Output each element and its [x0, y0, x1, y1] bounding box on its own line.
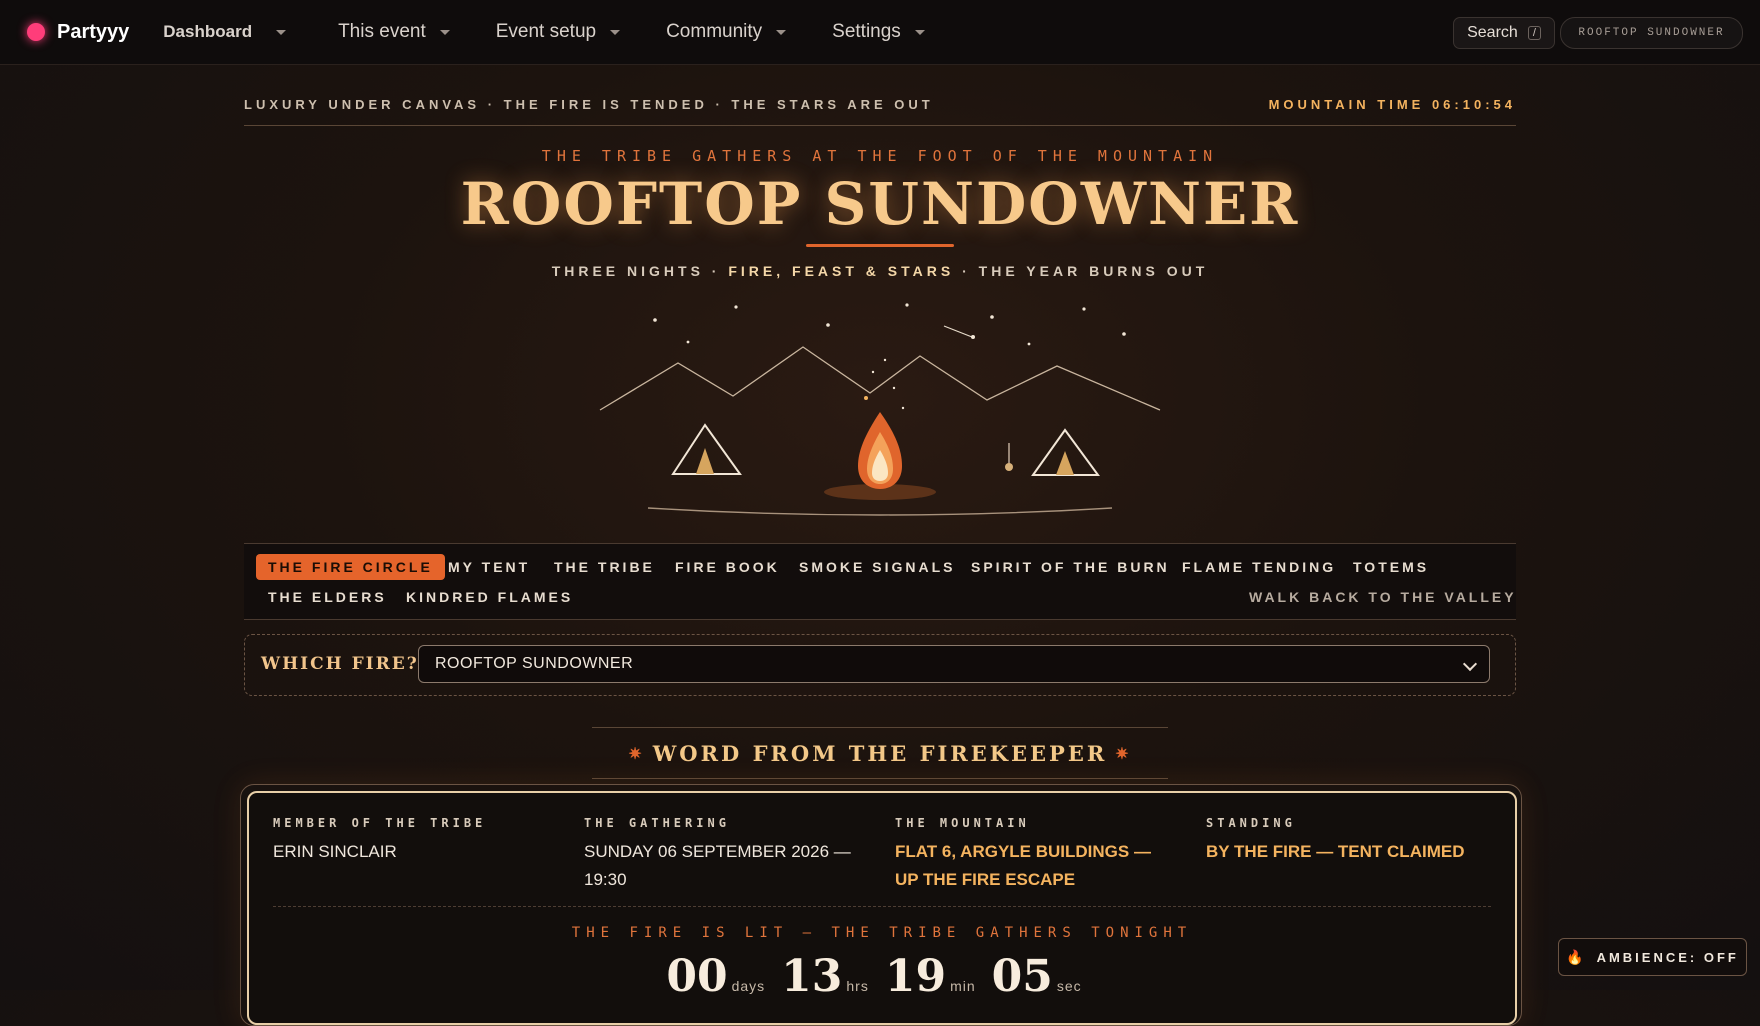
chevron-down-icon [914, 29, 925, 35]
standing-info: STANDING BY THE FIRE — TENT CLAIMED [1206, 816, 1496, 866]
current-event-pill[interactable]: ROOFTOP SUNDOWNER [1560, 17, 1743, 49]
tab-fire-book[interactable]: FIRE BOOK [675, 559, 780, 575]
member-label: MEMBER OF THE TRIBE [273, 816, 487, 830]
gathering-label: THE GATHERING [584, 816, 730, 830]
top-navigation: Partyyy Dashboard This event Event setup… [0, 0, 1760, 65]
brand-logo-icon [27, 23, 45, 41]
subtitle-part-b: FIRE, FEAST & STARS [728, 263, 955, 279]
page-title: ROOFTOP SUNDOWNER [460, 170, 1300, 238]
ground-line [647, 507, 1113, 516]
chevron-down-icon [439, 29, 450, 35]
fire-select[interactable]: ROOFTOP SUNDOWNER [418, 645, 1490, 683]
section-tabs: THE FIRE CIRCLE MY TENT THE TRIBE FIRE B… [244, 543, 1516, 620]
section-title: WORD FROM THE FIREKEEPER [652, 740, 1108, 766]
tab-kindred-flames[interactable]: KINDRED FLAMES [406, 589, 573, 605]
countdown-minutes-unit: min [950, 978, 976, 994]
stars-icon [653, 303, 1126, 410]
campfire-illustration [599, 303, 1161, 516]
tab-the-elders[interactable]: THE ELDERS [268, 589, 387, 605]
ambience-label: AMBIENCE: OFF [1596, 949, 1739, 965]
tab-smoke-signals[interactable]: SMOKE SIGNALS [799, 559, 955, 575]
nav-settings[interactable]: Settings [832, 21, 925, 43]
gathering-info: THE GATHERING SUNDAY 06 SEPTEMBER 2026 —… [584, 816, 869, 894]
ornament-star-icon: ✷ [628, 743, 645, 763]
search-button[interactable]: Search / [1453, 17, 1555, 49]
member-value: ERIN SINCLAIR [273, 842, 397, 861]
subtitle: THREE NIGHTS · FIRE, FEAST & STARS · THE… [0, 263, 1760, 279]
search-shortcut-key: / [1527, 26, 1541, 40]
standing-label: STANDING [1206, 816, 1296, 830]
mountain-info: THE MOUNTAIN FLAT 6, ARGYLE BUILDINGS — … [895, 816, 1170, 894]
brand[interactable]: Partyyy [27, 21, 129, 44]
nav-dashboard-label: Dashboard [163, 22, 253, 41]
brand-name: Partyyy [57, 20, 130, 43]
tab-my-tent[interactable]: MY TENT [448, 559, 530, 575]
nav-dashboard[interactable]: Dashboard [163, 22, 287, 42]
tab-flame-tending[interactable]: FLAME TENDING [1182, 559, 1336, 575]
nav-event-setup-label: Event setup [495, 21, 597, 42]
tab-the-fire-circle[interactable]: THE FIRE CIRCLE [256, 554, 445, 580]
tagline: LUXURY UNDER CANVAS · THE FIRE IS TENDED… [244, 97, 934, 112]
ember-icon [864, 396, 868, 400]
countdown-days: 00 [666, 951, 728, 1002]
nav-settings-label: Settings [832, 21, 901, 42]
standing-value: BY THE FIRE — TENT CLAIMED [1206, 842, 1465, 861]
campfire-flame-icon [824, 412, 936, 500]
countdown-hours: 13 [781, 951, 843, 1002]
card-divider [273, 906, 1491, 907]
countdown-days-unit: days [731, 978, 766, 994]
fire-selector-label: WHICH FIRE? [261, 654, 419, 674]
chevron-down-icon [610, 29, 621, 35]
header-strip: LUXURY UNDER CANVAS · THE FIRE IS TENDED… [244, 97, 1516, 126]
back-to-valley-link[interactable]: WALK BACK TO THE VALLEY [1249, 589, 1517, 605]
chevron-down-icon [776, 29, 787, 35]
mountain-label: THE MOUNTAIN [895, 816, 1030, 830]
nav-event-setup[interactable]: Event setup [495, 21, 621, 43]
search-label: Search [1467, 24, 1518, 41]
shooting-star-icon [943, 325, 975, 339]
ornament-star-icon: ✷ [1115, 743, 1132, 763]
kicker: THE TRIBE GATHERS AT THE FOOT OF THE MOU… [541, 147, 1219, 165]
nav-this-event-label: This event [338, 21, 426, 42]
ambience-toggle-button[interactable]: 🔥 AMBIENCE: OFF [1558, 938, 1747, 976]
nav-community[interactable]: Community [666, 21, 787, 43]
chevron-down-icon [276, 29, 287, 35]
tab-spirit-of-the-burn[interactable]: SPIRIT OF THE BURN [971, 559, 1170, 575]
lantern-icon [1005, 443, 1013, 471]
mountain-ridge [599, 346, 1161, 411]
countdown-hours-unit: hrs [846, 978, 869, 994]
title-underline [806, 244, 954, 247]
flame-icon: 🔥 [1566, 948, 1587, 965]
countdown-minutes: 19 [884, 951, 947, 1002]
tab-the-tribe[interactable]: THE TRIBE [554, 559, 655, 575]
countdown-seconds: 05 [991, 951, 1053, 1002]
subtitle-part-a: THREE NIGHTS · [551, 263, 721, 279]
fire-lit-text: THE FIRE IS LIT — THE TRIBE GATHERS TONI… [571, 925, 1193, 941]
nav-community-label: Community [666, 21, 763, 42]
mountain-value: FLAT 6, ARGYLE BUILDINGS — UP THE FIRE E… [895, 842, 1151, 889]
gathering-value: SUNDAY 06 SEPTEMBER 2026 — 19:30 [584, 842, 851, 889]
chevron-down-icon [1462, 656, 1478, 672]
member-info: MEMBER OF THE TRIBE ERIN SINCLAIR [273, 816, 543, 866]
subtitle-part-c: · THE YEAR BURNS OUT [962, 263, 1209, 279]
tent-right-icon [1031, 428, 1100, 476]
tent-left-icon [671, 423, 742, 475]
countdown: 00 days 13 hrs 19 min 05 sec [249, 951, 1515, 1002]
section-heading: ✷ WORD FROM THE FIREKEEPER ✷ [592, 727, 1168, 779]
tab-totems[interactable]: TOTEMS [1353, 559, 1429, 575]
fire-selector: WHICH FIRE? ROOFTOP SUNDOWNER [244, 634, 1516, 696]
fire-select-value: ROOFTOP SUNDOWNER [435, 655, 634, 672]
countdown-seconds-unit: sec [1056, 978, 1082, 994]
mountain-clock: MOUNTAIN TIME 06:10:54 [1268, 97, 1516, 112]
nav-this-event[interactable]: This event [338, 21, 450, 43]
